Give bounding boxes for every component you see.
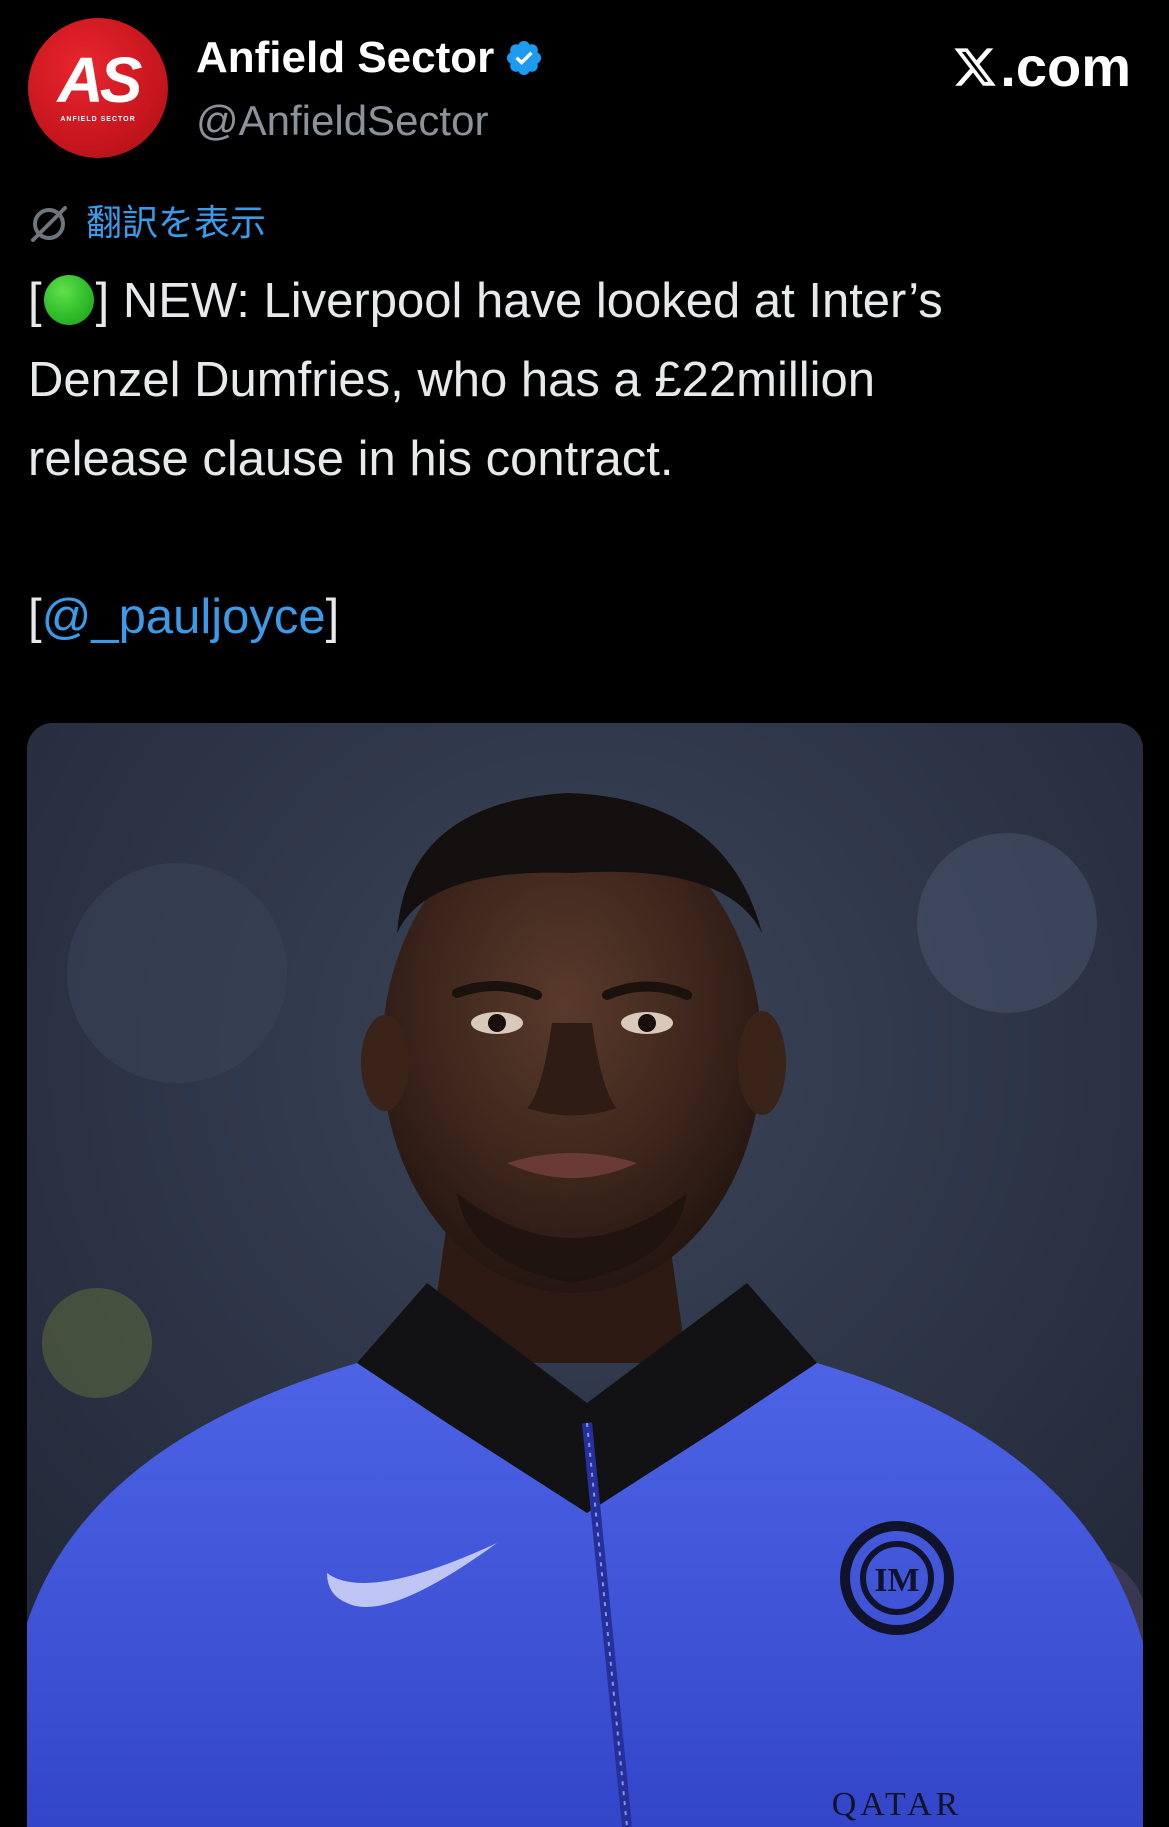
tweet-photo[interactable]: IM QATAR (27, 723, 1143, 1827)
tweet-line-1-text: ] NEW: Liverpool have looked at Inter’s (95, 274, 943, 328)
verified-badge-icon (504, 38, 544, 78)
tweet-text: [ ] NEW: Liverpool have looked at Inter’s… (28, 262, 1138, 657)
green-circle-icon (43, 275, 94, 325)
translate-button[interactable]: 翻訳を表示 (28, 200, 266, 248)
tweet-line-2: Denzel Dumfries, who has a £22million (28, 353, 875, 407)
x-logo-icon (954, 48, 997, 86)
crest-text: IM (874, 1562, 919, 1599)
brand-domain-text: .com (1000, 35, 1131, 98)
translate-label[interactable]: 翻訳を表示 (86, 200, 266, 248)
tweet-header: AS ANFIELD SECTOR Anfield Sector @Anfiel… (28, 18, 1141, 158)
account-handle[interactable]: @AnfieldSector (196, 96, 488, 146)
sponsor-text: QATAR (832, 1786, 963, 1823)
tweet-line-1: [ ] NEW: Liverpool have looked at Inter’s (28, 262, 1138, 341)
avatar-logo-text: AS (57, 44, 143, 116)
avatar[interactable]: AS ANFIELD SECTOR (28, 18, 168, 158)
tweet-line-3: release clause in his contract. (28, 432, 674, 486)
credit-close-bracket: ] (325, 590, 340, 644)
translate-icon (31, 206, 67, 242)
credit-open-bracket: [ (28, 590, 42, 644)
open-bracket: [ (28, 274, 42, 328)
display-name[interactable]: Anfield Sector (196, 32, 494, 84)
credit-line: [@_pauljoyce] (28, 578, 1138, 657)
display-name-row[interactable]: Anfield Sector (196, 32, 544, 84)
mention-link[interactable]: @_pauljoyce (42, 590, 326, 644)
avatar-logo-subtext: ANFIELD SECTOR (60, 116, 136, 123)
x-brand: .com (952, 32, 1131, 102)
player-photo: IM QATAR (27, 723, 1143, 1827)
